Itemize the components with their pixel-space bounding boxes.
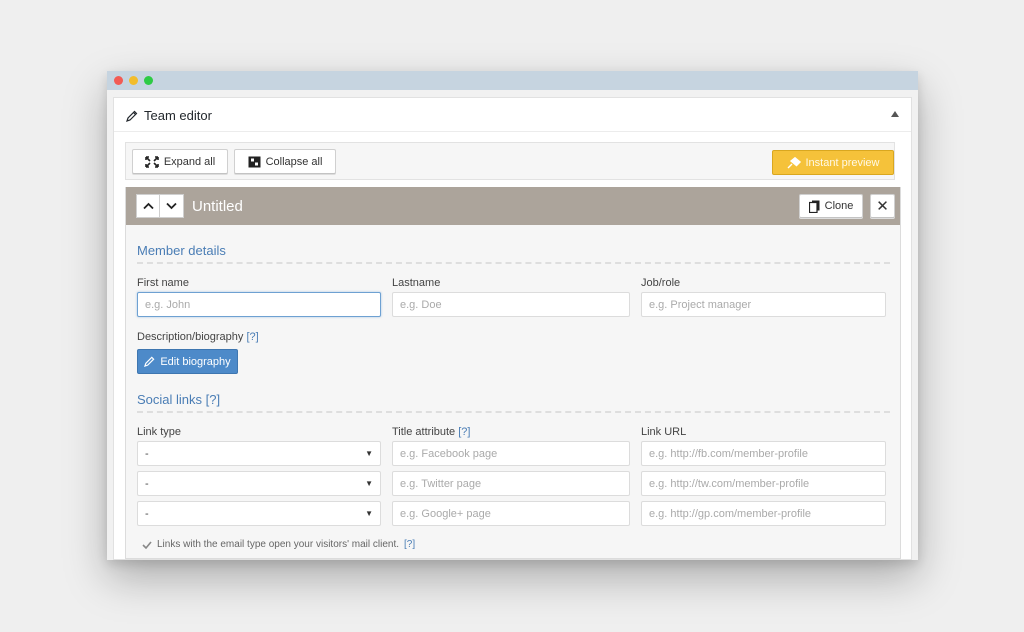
email-links-note: Links with the email type open your visi… (142, 539, 415, 550)
minimize-window-button[interactable] (129, 76, 138, 85)
social-links-title: Social links [?] (137, 392, 220, 407)
link-url-input-3[interactable] (641, 501, 886, 526)
title-attribute-input-3[interactable] (392, 501, 630, 526)
link-url-input-2[interactable] (641, 471, 886, 496)
remove-member-button[interactable]: ✕ (870, 194, 895, 218)
expand-all-label: Expand all (163, 155, 216, 168)
instant-preview-label: Instant preview (805, 156, 880, 169)
maximize-window-button[interactable] (144, 76, 153, 85)
app-window: Team editor Expand all Collapse all Inst… (107, 71, 918, 560)
member-name: Untitled (192, 198, 243, 215)
title-attribute-input-1[interactable] (392, 441, 630, 466)
biography-label: Description/biography [?] (137, 331, 259, 343)
link-type-value: - (145, 447, 149, 460)
first-name-label: First name (137, 277, 189, 289)
panel-header[interactable]: Team editor (114, 98, 911, 132)
clone-label: Clone (824, 200, 854, 212)
collapse-all-label: Collapse all (265, 155, 323, 168)
expand-all-button[interactable]: Expand all (132, 149, 228, 174)
link-url-header: Link URL (641, 426, 687, 438)
close-window-button[interactable] (114, 76, 123, 85)
close-icon: ✕ (876, 198, 889, 215)
title-attribute-header: Title attribute [?] (392, 426, 470, 438)
copy-icon (808, 200, 820, 213)
link-type-select-3[interactable]: - ▼ (137, 501, 381, 526)
section-divider (137, 262, 890, 264)
biography-help-link[interactable]: [?] (246, 331, 258, 343)
job-role-input[interactable] (641, 292, 886, 317)
member-details-title: Member details (137, 243, 226, 258)
social-links-help-link[interactable]: [?] (206, 392, 220, 407)
link-type-select-2[interactable]: - ▼ (137, 471, 381, 496)
member-card: Untitled Clone ✕ Member details First na… (125, 187, 901, 559)
dropdown-caret-icon: ▼ (365, 509, 373, 518)
edit-biography-label: Edit biography (160, 355, 231, 368)
member-header[interactable]: Untitled Clone ✕ (126, 187, 900, 225)
expand-icon (145, 155, 159, 168)
window-titlebar (107, 71, 918, 90)
move-up-button[interactable] (136, 194, 160, 218)
dropdown-caret-icon: ▼ (365, 449, 373, 458)
checkmark-icon (142, 540, 152, 549)
move-down-button[interactable] (160, 194, 184, 218)
title-attribute-input-2[interactable] (392, 471, 630, 496)
pencil-icon (126, 110, 138, 122)
link-url-input-1[interactable] (641, 441, 886, 466)
panel-title-text: Team editor (144, 108, 212, 123)
email-links-help-link[interactable]: [?] (404, 539, 415, 550)
link-type-value: - (145, 477, 149, 490)
job-role-label: Job/role (641, 277, 681, 289)
link-type-header: Link type (137, 426, 182, 438)
lastname-input[interactable] (392, 292, 630, 317)
chevron-up-icon (142, 202, 154, 210)
social-links-title-text: Social links (137, 392, 203, 407)
biography-label-text: Description/biography (137, 331, 244, 343)
link-type-select-1[interactable]: - ▼ (137, 441, 381, 466)
chevron-down-icon (166, 202, 177, 210)
instant-preview-button[interactable]: Instant preview (772, 150, 894, 175)
pencil-icon (144, 356, 155, 367)
collapse-icon (248, 156, 261, 167)
team-editor-panel: Team editor Expand all Collapse all Inst… (113, 97, 912, 560)
email-links-note-text: Links with the email type open your visi… (157, 539, 400, 550)
editor-toolbar: Expand all Collapse all Instant preview (125, 142, 895, 180)
panel-title: Team editor (126, 108, 212, 123)
collapse-all-button[interactable]: Collapse all (234, 149, 336, 174)
link-type-value: - (145, 507, 149, 520)
pin-icon (787, 156, 801, 168)
edit-biography-button[interactable]: Edit biography (137, 349, 238, 374)
title-attribute-help-link[interactable]: [?] (458, 426, 470, 438)
title-attribute-header-text: Title attribute (392, 426, 456, 438)
clone-button[interactable]: Clone (799, 194, 863, 218)
first-name-input[interactable] (137, 292, 381, 317)
collapse-panel-icon[interactable] (891, 111, 899, 117)
section-divider (137, 411, 890, 413)
reorder-controls (136, 194, 184, 218)
lastname-label: Lastname (392, 277, 441, 289)
dropdown-caret-icon: ▼ (365, 479, 373, 488)
